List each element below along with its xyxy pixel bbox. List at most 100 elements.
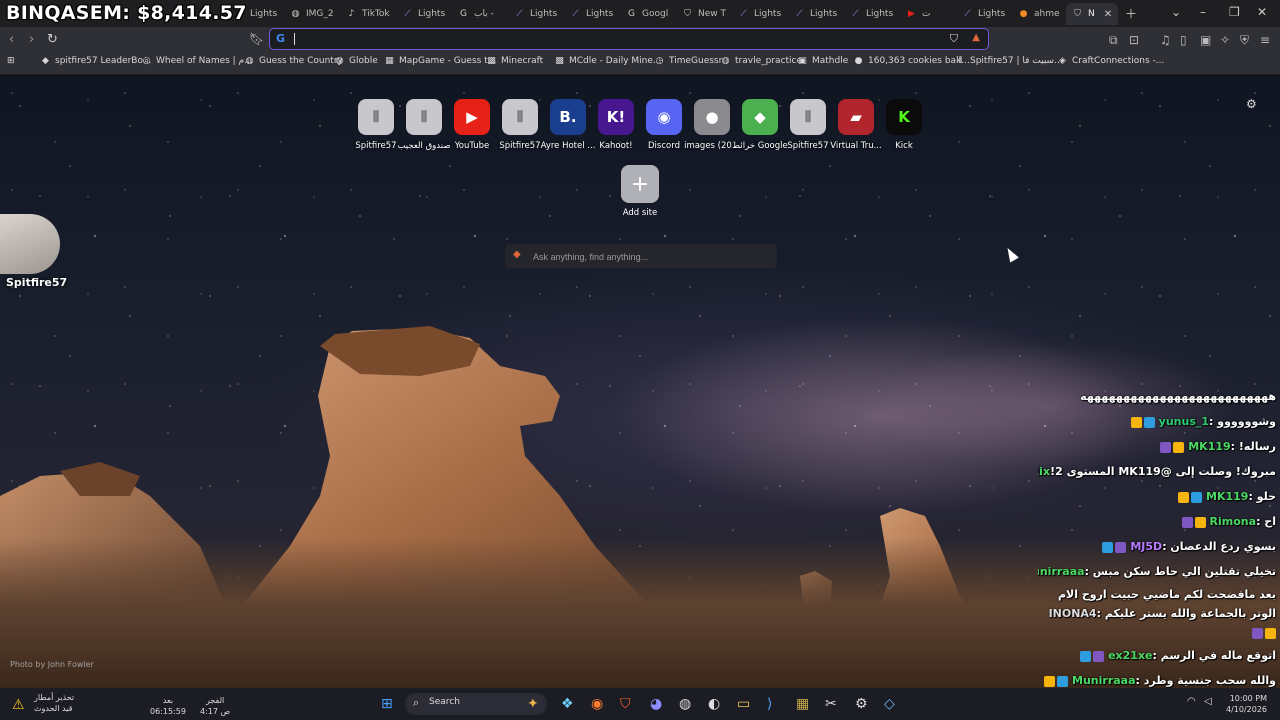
bookmark-item[interactable]: ◷ TimeGuessr xyxy=(654,56,723,66)
chat-username[interactable]: yunus_1 xyxy=(1159,410,1209,433)
chat-username[interactable]: ex21xe xyxy=(1108,644,1152,667)
tab-4[interactable]: ⟋ Lights xyxy=(396,3,451,25)
screenshot-icon[interactable]: ⊡ xyxy=(1129,33,1139,47)
maximize-button[interactable]: ❐ xyxy=(1229,5,1240,19)
bookmark-item[interactable]: ▣ Mathdle xyxy=(797,56,848,66)
lightscript-icon: ⟋ xyxy=(964,9,971,19)
bookmark-item[interactable]: ◍ Guess the Country xyxy=(244,56,343,66)
bookmark-item[interactable]: ◎ Wheel of Names | م... xyxy=(141,56,253,66)
tab-14[interactable]: ⟋ Lights xyxy=(956,3,1011,25)
lightscript-icon: ⟋ xyxy=(404,9,411,19)
text-caret xyxy=(294,33,295,45)
back-icon[interactable]: ‹ xyxy=(9,32,14,47)
vscode-icon[interactable]: ⟩ xyxy=(767,696,772,712)
discord-icon[interactable]: ◕ xyxy=(650,696,662,712)
bookmark-item[interactable]: ▩ MCdle - Daily Mine... xyxy=(554,56,661,66)
search-box[interactable]: ◆ xyxy=(505,244,777,268)
tab-8[interactable]: G Googl xyxy=(620,3,674,25)
system-clock[interactable]: 10:00 PM 4/10/2026 xyxy=(1226,693,1267,715)
address-input[interactable] xyxy=(298,31,902,49)
tab-2[interactable]: ◍ IMG_2 xyxy=(284,3,340,25)
search-input[interactable] xyxy=(531,247,773,266)
brave-shields-icon[interactable]: ⛉ xyxy=(950,32,958,46)
bookmark-page-icon[interactable]: 🔖︎ xyxy=(249,32,264,46)
bookmark-item[interactable]: ● 160,363 cookies bak... xyxy=(853,56,970,66)
bookmark-item[interactable]: ▦ MapGame - Guess t... xyxy=(384,56,496,66)
tab-10[interactable]: ⟋ Lights xyxy=(732,3,787,25)
wifi-icon[interactable]: ◠ xyxy=(1187,696,1196,707)
lightscript-icon: ⟋ xyxy=(516,9,523,19)
tab-6[interactable]: ⟋ Lights xyxy=(508,3,563,25)
vpn-icon[interactable]: ⛨ xyxy=(1240,33,1249,48)
site-favicon: B. xyxy=(550,99,586,135)
leo-ai-icon[interactable]: ✧ xyxy=(1220,33,1230,47)
chat-username[interactable]: INONA4 xyxy=(1049,604,1097,623)
photo-credit[interactable]: Photo by John Fowler xyxy=(10,660,94,669)
windows-start-icon[interactable]: ⊞ xyxy=(381,696,393,712)
firefox-icon[interactable]: ◉ xyxy=(591,696,603,712)
tab-5[interactable]: G باب - xyxy=(452,3,500,25)
apps-grid-icon[interactable]: ⊞ xyxy=(7,56,15,66)
globe-icon: ◍ xyxy=(245,56,254,66)
obs-icon[interactable]: ◍ xyxy=(679,696,691,712)
new-tab-button[interactable]: ＋ xyxy=(1125,5,1137,22)
wallet-icon[interactable]: ▣ xyxy=(1200,33,1211,47)
bookmark-item[interactable]: ⦀ Spitfire57 | سبيت فا... xyxy=(955,56,1063,66)
bookmark-item[interactable]: ◈ CraftConnections -... xyxy=(1057,56,1164,66)
top-site-tile[interactable]: K Kick xyxy=(882,99,926,151)
tab-7[interactable]: ⟋ Lights xyxy=(564,3,619,25)
tab-13[interactable]: ▶ ت xyxy=(900,3,936,25)
tab-search-chevron-icon[interactable]: ⌄ xyxy=(1171,5,1181,19)
tab-11[interactable]: ⟋ Lights xyxy=(788,3,843,25)
menu-icon[interactable]: ≡ xyxy=(1260,33,1270,47)
tab-3[interactable]: ♪ TikTok xyxy=(340,3,396,25)
clock-date: 4/10/2026 xyxy=(1226,705,1268,714)
app-icon[interactable]: ◐ xyxy=(708,696,720,712)
chat-text: بسوي ردع الدعصان : xyxy=(1162,540,1276,553)
settings-icon[interactable]: ⚙ xyxy=(855,696,868,712)
brave-icon[interactable]: ⛉ xyxy=(620,696,631,712)
chat-badge-icon xyxy=(1080,650,1092,662)
streamer-name: Spitfire57 xyxy=(6,276,68,289)
minimize-button[interactable]: – xyxy=(1200,5,1206,19)
forward-icon[interactable]: › xyxy=(29,32,34,47)
chat-username[interactable]: Rimona xyxy=(1210,510,1257,533)
gear-icon[interactable]: ⚙ xyxy=(1246,97,1257,111)
volume-icon[interactable]: ◁ xyxy=(1204,696,1212,707)
chat-username[interactable]: MK119 xyxy=(1188,435,1230,458)
tab-16[interactable]: ⛉ N ✕ xyxy=(1066,3,1119,25)
bing-chat-icon[interactable]: ✦ xyxy=(527,696,539,712)
prayer-countdown[interactable]: بعد 06:15:59 xyxy=(150,695,186,717)
bookmark-item[interactable]: ◆ spitfire57 LeaderBo... xyxy=(40,56,151,66)
chat-username[interactable]: BotRix xyxy=(1038,460,1050,483)
tab-12[interactable]: ⟋ Lights xyxy=(844,3,899,25)
game-icon[interactable]: ▦ xyxy=(796,696,809,712)
bookmark-item[interactable]: ◍ Globle xyxy=(334,56,378,66)
next-prayer[interactable]: الفجر 4:17 ص xyxy=(200,695,230,717)
chat-username[interactable]: Munirraaa xyxy=(1038,560,1085,583)
copilot-icon[interactable]: ❖ xyxy=(561,696,574,712)
address-bar[interactable]: G ⛉ ▲ xyxy=(269,28,989,50)
close-tab-icon[interactable]: ✕ xyxy=(1104,9,1112,20)
taskbar-search[interactable]: ⌕ Search xyxy=(405,693,547,715)
site-favicon: ◆ xyxy=(742,99,778,135)
extensions-icon[interactable]: ⧉ xyxy=(1109,33,1118,48)
file-explorer-icon[interactable]: ▭ xyxy=(737,696,750,712)
add-site-button[interactable]: + xyxy=(621,165,659,203)
chat-username[interactable]: MK119 xyxy=(1206,485,1248,508)
capcut-icon[interactable]: ✂ xyxy=(825,696,837,712)
tab-15[interactable]: ● ahme xyxy=(1012,3,1066,25)
chat-username[interactable]: MJ5D xyxy=(1130,535,1162,558)
bookmark-item[interactable]: ▩ Minecraft xyxy=(486,56,543,66)
weather-widget[interactable]: تحذير أمطار قيد الحدوث xyxy=(34,692,74,714)
close-window-button[interactable]: ✕ xyxy=(1257,5,1267,19)
tab-9[interactable]: ⛉ New T xyxy=(676,3,732,25)
brave-rewards-icon[interactable]: ▲ xyxy=(972,32,980,43)
clock-icon: ◷ xyxy=(655,56,664,66)
media-icon[interactable]: ♫ xyxy=(1160,33,1171,47)
reload-icon[interactable]: ↻ xyxy=(47,32,58,47)
app2-icon[interactable]: ◇ xyxy=(884,696,895,712)
bookmark-item[interactable]: ◍ travle_practice xyxy=(720,56,802,66)
sidebar-icon[interactable]: ▯ xyxy=(1180,33,1187,47)
chat-badge-icon xyxy=(1044,675,1056,687)
